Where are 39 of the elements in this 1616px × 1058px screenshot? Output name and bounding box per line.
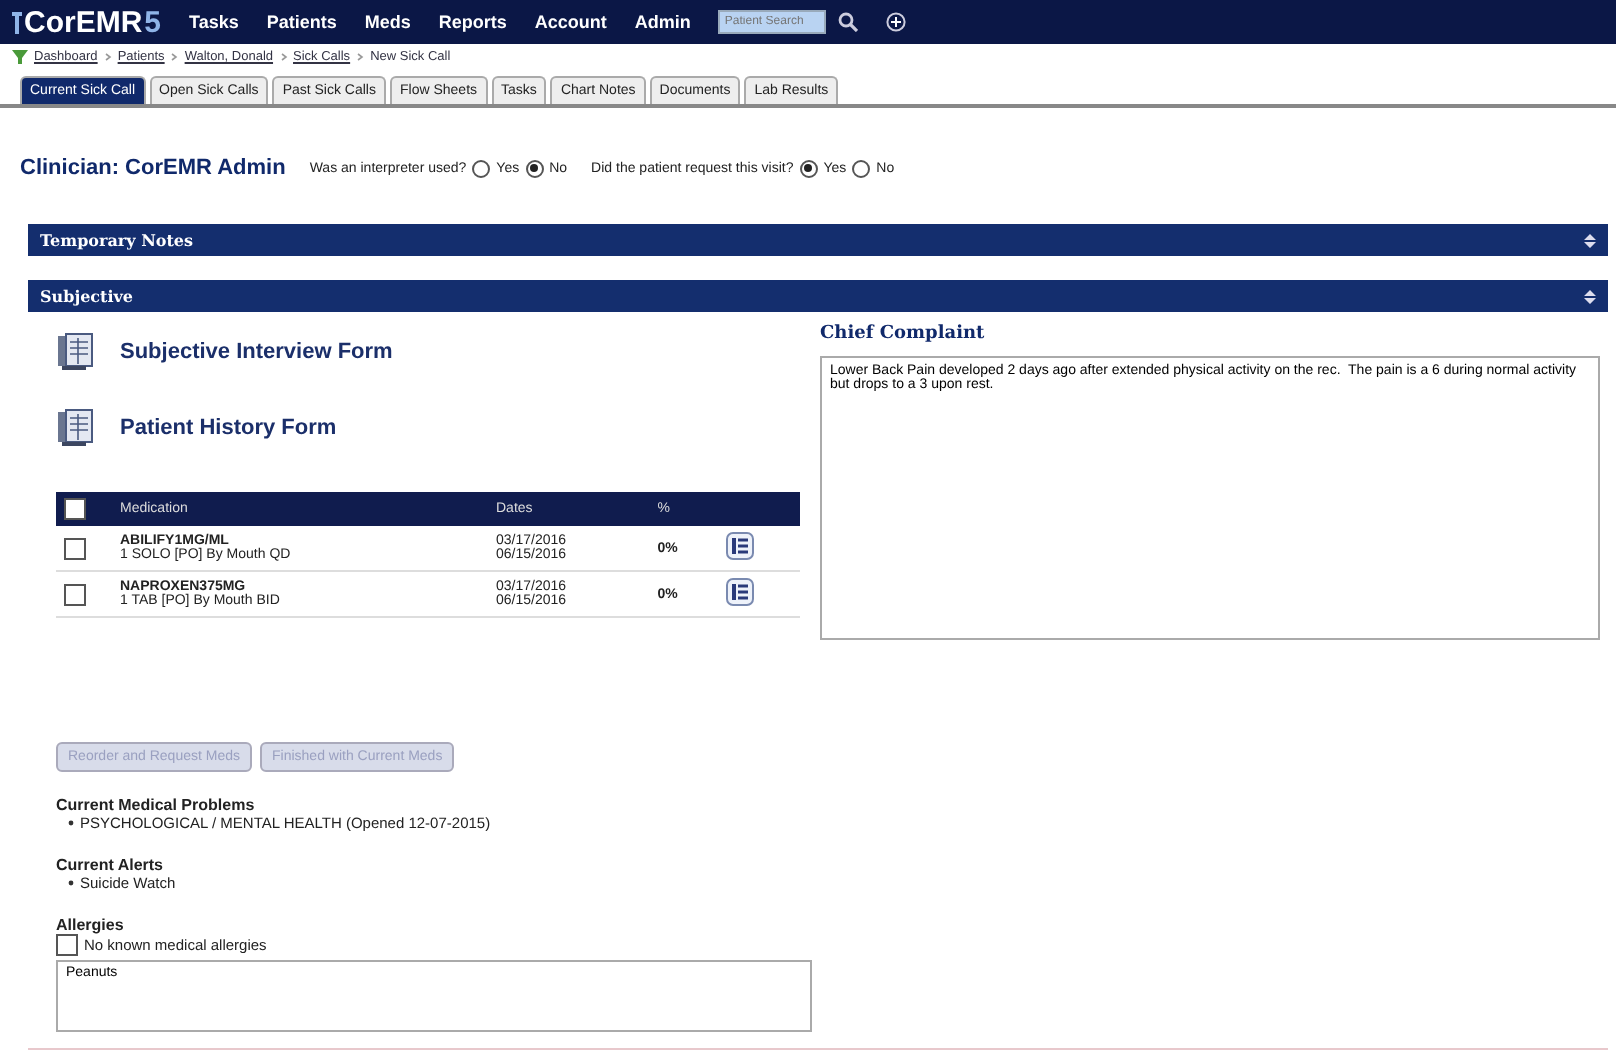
add-icon[interactable]: [886, 12, 907, 32]
list-title: Current Medical Problems: [56, 796, 257, 814]
radio-button[interactable]: [852, 159, 871, 177]
checkbox[interactable]: [56, 934, 78, 956]
separator-icon: [170, 52, 179, 62]
section-header[interactable]: Temporary Notes: [28, 224, 1608, 256]
section-title: Temporary Notes: [40, 230, 194, 250]
section-title: Subjective: [40, 286, 134, 306]
section-header[interactable]: Subjective: [28, 280, 1608, 312]
radio-button[interactable]: [799, 159, 818, 177]
details-icon[interactable]: [725, 578, 754, 606]
menu-item[interactable]: Patients: [266, 12, 337, 32]
funnel-icon: [12, 50, 28, 64]
select-all-checkbox[interactable]: [64, 498, 86, 520]
menu-item[interactable]: Reports: [438, 12, 507, 32]
form-icon: [56, 332, 96, 372]
form-icon: [56, 408, 96, 448]
separator-icon: [279, 52, 288, 62]
clinician-label: Clinician: CorEMR Admin: [20, 156, 286, 180]
chief-complaint-title: Chief Complaint: [820, 324, 987, 344]
allergies-title: Allergies: [56, 916, 126, 934]
radio-button[interactable]: [525, 159, 544, 177]
row-checkbox[interactable]: [64, 583, 86, 605]
logo: CorEMR5: [12, 5, 162, 39]
list-title: Current Alerts: [56, 856, 165, 874]
menu-item[interactable]: Meds: [364, 12, 411, 32]
separator-icon: [103, 52, 112, 62]
details-icon[interactable]: [725, 532, 754, 560]
menu-item[interactable]: Account: [534, 12, 607, 32]
search-icon[interactable]: [838, 12, 859, 32]
separator-icon: [356, 52, 365, 62]
menu-item[interactable]: Admin: [634, 12, 691, 32]
collapse-icon: [1584, 233, 1596, 247]
form-link[interactable]: Patient History Form: [120, 416, 337, 440]
radio-button[interactable]: [472, 159, 491, 177]
form-link[interactable]: Subjective Interview Form: [120, 340, 393, 364]
menu-item[interactable]: Tasks: [189, 12, 239, 32]
collapse-icon: [1584, 289, 1596, 303]
row-checkbox[interactable]: [64, 537, 86, 559]
